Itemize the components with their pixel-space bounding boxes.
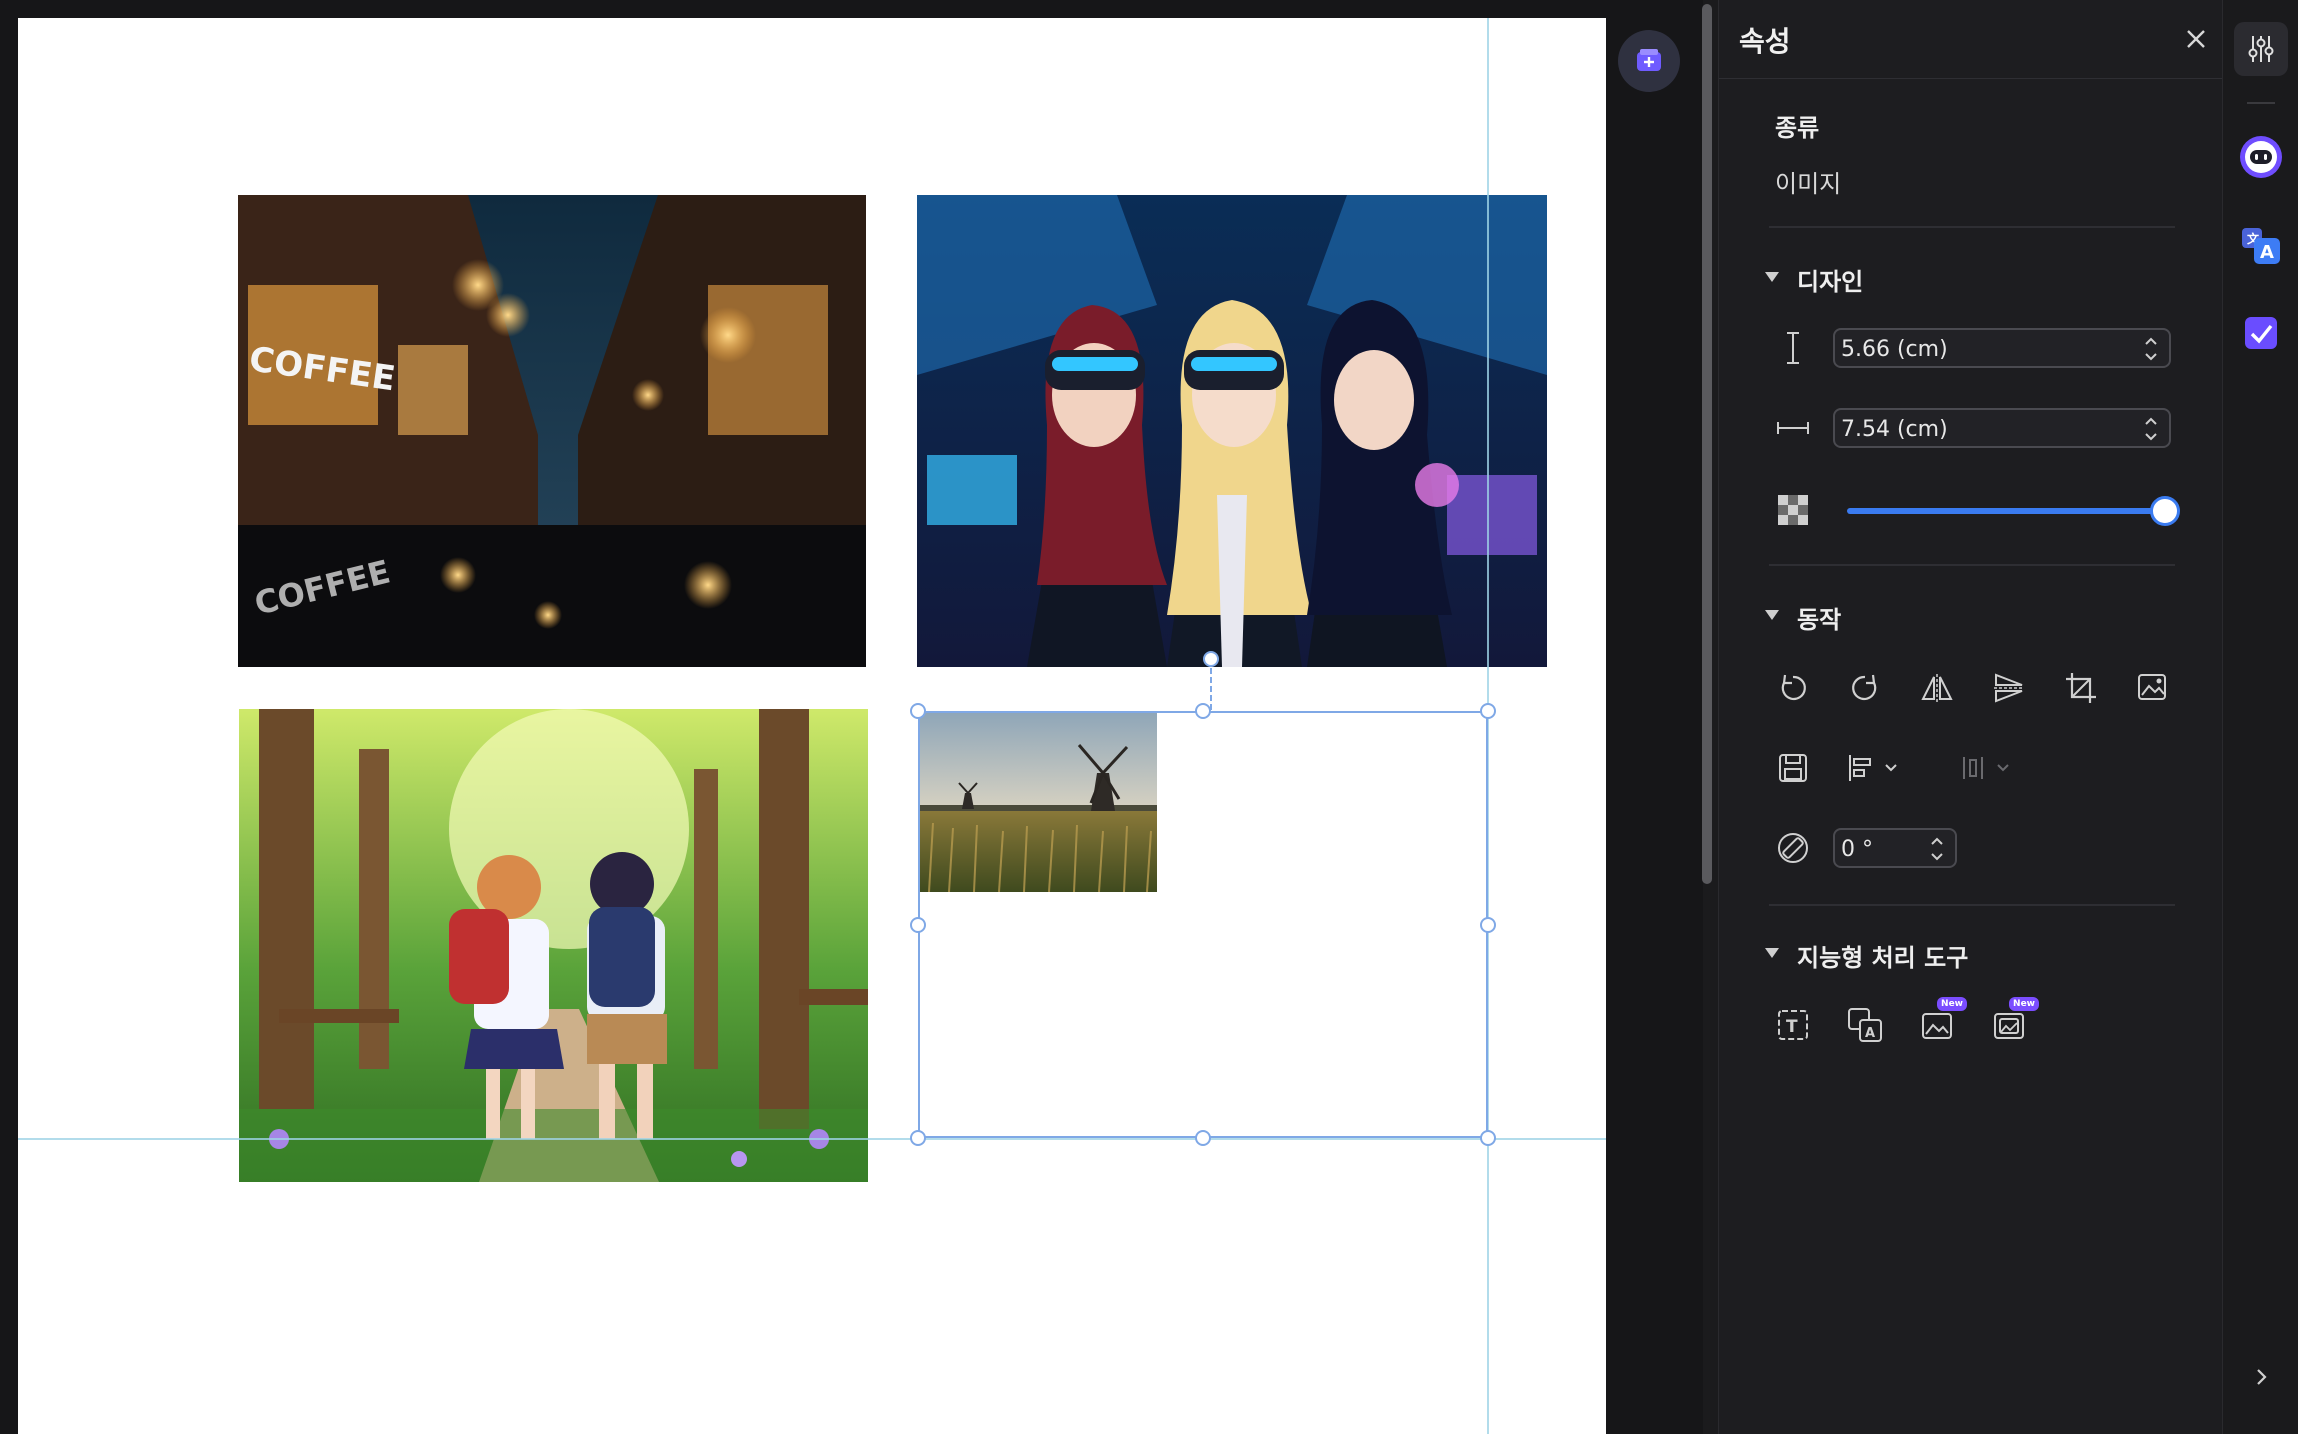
properties-toggle-button[interactable]: [2234, 22, 2288, 76]
height-stepper[interactable]: [2143, 334, 2159, 364]
rotate-right-button[interactable]: [1845, 668, 1885, 708]
save-icon: [1779, 754, 1807, 782]
translate-button[interactable]: 文 A: [2234, 218, 2288, 272]
type-value: 이미지: [1775, 170, 1842, 198]
image-edit-icon: [1922, 1013, 1952, 1039]
smart-tools-collapse-caret[interactable]: [1765, 948, 1779, 958]
resize-handle-middle-right[interactable]: [1480, 917, 1496, 933]
resize-handle-top-right[interactable]: [1480, 703, 1496, 719]
flip-vertical-icon: [1994, 673, 2024, 703]
translate-icon: 文 A: [2242, 228, 2280, 264]
panel-title: 속성: [1739, 25, 1791, 58]
document-page[interactable]: COFFEE COFFEE: [18, 18, 1606, 1434]
close-panel-button[interactable]: [2179, 22, 2213, 56]
translate-image-icon: A: [1848, 1008, 1882, 1042]
align-left-icon: [1849, 755, 1897, 781]
height-value: 5.66 (cm): [1841, 337, 1948, 362]
save-image-button[interactable]: [1773, 748, 1813, 788]
section-divider: [1769, 226, 2175, 228]
rotate-right-icon: [1852, 674, 1877, 701]
section-divider: [1769, 904, 2175, 906]
ai-assistant-button[interactable]: [2234, 130, 2288, 184]
resize-handle-top-left[interactable]: [910, 703, 926, 719]
document-workspace[interactable]: COFFEE COFFEE: [0, 0, 1703, 1434]
resize-handle-top-center[interactable]: [1195, 703, 1211, 719]
new-badge: New: [2009, 997, 2039, 1011]
width-icon: [1773, 408, 1813, 448]
rotate-left-icon: [1781, 674, 1806, 701]
image-to-text-button[interactable]: T: [1773, 1005, 1813, 1045]
width-stepper[interactable]: [2143, 414, 2159, 444]
image-coffee-street[interactable]: COFFEE COFFEE: [238, 195, 866, 667]
resize-handle-middle-left[interactable]: [910, 917, 926, 933]
checklist-icon: [2245, 317, 2277, 349]
replace-image-icon: [2138, 674, 2166, 700]
flip-vertical-button[interactable]: [1989, 668, 2029, 708]
close-icon: [2187, 30, 2205, 48]
rotation-stepper[interactable]: [1929, 834, 1945, 864]
vertical-scrollbar[interactable]: [1698, 0, 1718, 1434]
scrollbar-thumb[interactable]: [1702, 4, 1712, 884]
opacity-icon: [1773, 490, 1813, 530]
resize-handle-bottom-center[interactable]: [1195, 1130, 1211, 1146]
image-kids-forest[interactable]: [239, 709, 868, 1182]
svg-text:T: T: [1786, 1017, 1798, 1037]
align-dropdown-button[interactable]: [1845, 748, 1905, 788]
flip-horizontal-icon: [1921, 674, 1953, 702]
opacity-slider-track[interactable]: [1847, 508, 2165, 514]
right-toolbar: 文 A: [2222, 0, 2298, 1434]
resize-handle-bottom-right[interactable]: [1480, 1130, 1496, 1146]
replace-image-button[interactable]: [2133, 668, 2173, 708]
flip-horizontal-button[interactable]: [1917, 668, 1957, 708]
section-divider: [1769, 564, 2175, 566]
task-check-button[interactable]: [2234, 306, 2288, 360]
ai-image-enhance-button[interactable]: New: [1989, 997, 2039, 1045]
rotation-connector: [1210, 668, 1212, 710]
smart-tools-section-label[interactable]: 지능형 처리 도구: [1797, 938, 1968, 973]
svg-text:A: A: [2260, 242, 2274, 263]
alignment-guide-horizontal: [18, 1138, 1606, 1140]
properties-panel: 속성 종류 이미지 디자인 5.66 (cm) 7.54 (cm) 동작 0 °…: [1718, 0, 2223, 1434]
distribute-icon: [1963, 757, 2009, 779]
design-collapse-caret[interactable]: [1765, 272, 1779, 282]
height-icon: [1773, 328, 1813, 368]
opacity-slider-thumb[interactable]: [2150, 496, 2180, 526]
distribute-dropdown-button[interactable]: [1959, 748, 2019, 788]
image-translate-button[interactable]: A: [1845, 1005, 1885, 1045]
rotation-value: 0 °: [1841, 837, 1873, 862]
expand-panel-button[interactable]: [2234, 1350, 2288, 1404]
floating-folder-button[interactable]: [1618, 30, 1680, 92]
new-badge: New: [1937, 997, 1967, 1011]
ocr-text-icon: T: [1778, 1010, 1808, 1040]
height-input[interactable]: 5.66 (cm): [1833, 328, 2171, 368]
design-section-label[interactable]: 디자인: [1797, 262, 1863, 297]
rotate-left-button[interactable]: [1773, 668, 1813, 708]
crop-icon: [2066, 673, 2096, 703]
resize-handle-bottom-left[interactable]: [910, 1130, 926, 1146]
chevron-right-icon: [2257, 1369, 2267, 1385]
ai-image-edit-button[interactable]: New: [1917, 997, 1967, 1045]
action-collapse-caret[interactable]: [1765, 610, 1779, 620]
folder-plus-icon: [1637, 49, 1661, 71]
width-value: 7.54 (cm): [1841, 417, 1948, 442]
svg-text:A: A: [1865, 1026, 1875, 1041]
image-vr-girls[interactable]: [917, 195, 1547, 667]
sliders-icon: [2248, 36, 2274, 62]
toolbar-separator: [2247, 102, 2275, 104]
width-input[interactable]: 7.54 (cm): [1833, 408, 2171, 448]
rotation-angle-icon: [1773, 828, 1813, 868]
rotate-handle[interactable]: [1203, 651, 1219, 667]
panel-header: 속성: [1719, 0, 2223, 79]
rotation-input[interactable]: 0 °: [1833, 828, 1957, 868]
selection-frame[interactable]: [918, 711, 1488, 1138]
action-section-label[interactable]: 동작: [1797, 600, 1841, 635]
ai-bot-icon: [2240, 136, 2282, 178]
type-section-label: 종류: [1775, 114, 1820, 142]
crop-button[interactable]: [2061, 668, 2101, 708]
image-enhance-icon: [1994, 1013, 2024, 1039]
